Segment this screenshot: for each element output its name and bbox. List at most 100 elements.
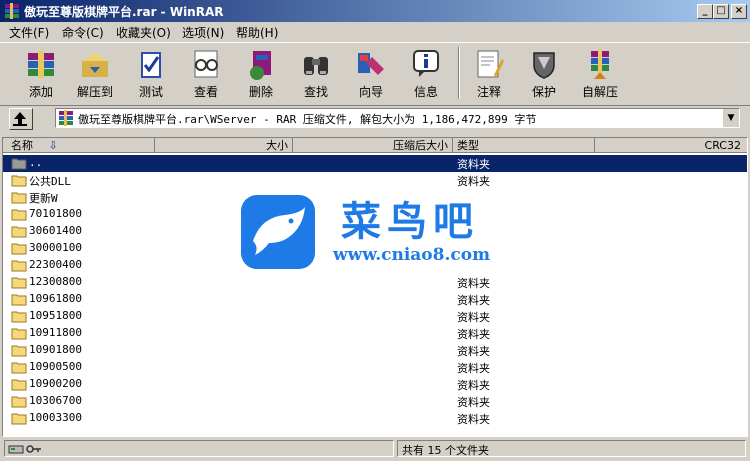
folder-icon: [11, 243, 27, 255]
protect-button[interactable]: 保护: [519, 45, 569, 103]
wizard-button[interactable]: 向导: [346, 45, 396, 103]
column-header-name[interactable]: 名称 ⇩: [3, 138, 155, 153]
file-type: 资料夹: [457, 294, 490, 307]
file-row[interactable]: 公共DLL 资料夹: [3, 172, 747, 189]
status-bar: 共有 15 个文件夹: [0, 438, 750, 461]
key-icon: [26, 445, 41, 453]
folder-icon: [11, 379, 27, 391]
file-name: ..: [29, 156, 43, 169]
minimize-button[interactable]: _: [697, 4, 713, 19]
folder-icon: [11, 209, 27, 221]
file-row[interactable]: 10306700 资料夹: [3, 393, 747, 410]
file-name: 30000100: [29, 241, 82, 254]
column-header-packed[interactable]: 压缩后大小: [293, 138, 453, 153]
folder-icon: [11, 328, 27, 340]
menu-options[interactable]: 选项(N): [182, 24, 224, 41]
info-label: 信息: [413, 85, 438, 99]
watermark-brand: 菜鸟吧: [341, 198, 479, 245]
column-crc-label: CRC32: [704, 139, 741, 152]
up-folder-button[interactable]: [9, 108, 33, 130]
file-type: 资料夹: [457, 396, 490, 409]
file-row[interactable]: .. 资料夹: [3, 155, 747, 172]
file-name: 22300400: [29, 258, 82, 271]
info-icon: [413, 50, 439, 77]
file-row[interactable]: 10951800 资料夹: [3, 308, 747, 325]
column-header-crc[interactable]: CRC32: [595, 138, 747, 153]
file-name: 10961800: [29, 292, 82, 305]
find-button[interactable]: 查找: [291, 45, 341, 103]
file-row[interactable]: 10900200 资料夹: [3, 376, 747, 393]
delete-label: 删除: [248, 85, 273, 99]
title-bar[interactable]: 傲玩至尊版棋牌平台.rar - WinRAR _ □ ×: [0, 0, 750, 22]
file-row[interactable]: 10901800 资料夹: [3, 342, 747, 359]
file-list[interactable]: 名称 ⇩ 大小 压缩后大小 类型 CRC32 .. 资料夹 公共DLL 资料夹 更新W 7…: [2, 137, 748, 437]
column-header-size[interactable]: 大小: [155, 138, 293, 153]
view-button[interactable]: 查看: [181, 45, 231, 103]
folder-icon: [11, 226, 27, 238]
extract-to-button[interactable]: 解压到: [70, 45, 120, 103]
file-row[interactable]: 12300800 资料夹: [3, 274, 747, 291]
sfx-button[interactable]: 自解压: [575, 45, 625, 103]
toolbar-separator: [458, 47, 460, 99]
menu-bar: 文件(F) 命令(C) 收藏夹(O) 选项(N) 帮助(H): [0, 22, 750, 42]
add-archive-icon: [28, 51, 54, 78]
file-type: 资料夹: [457, 328, 490, 341]
file-name: 更新W: [29, 192, 58, 205]
file-row[interactable]: 10911800 资料夹: [3, 325, 747, 342]
folder-icon: [11, 175, 27, 187]
file-type: 资料夹: [457, 379, 490, 392]
view-icon: [194, 50, 218, 78]
extract-to-label: 解压到: [76, 85, 113, 99]
archive-icon: [59, 110, 73, 126]
file-row[interactable]: 10003300 资料夹: [3, 410, 747, 427]
file-name: 70101800: [29, 207, 82, 220]
column-packed-label: 压缩后大小: [393, 139, 448, 152]
maximize-button[interactable]: □: [713, 4, 729, 19]
drive-icon: [8, 445, 24, 454]
chevron-down-icon[interactable]: ▼: [722, 109, 739, 127]
path-text: 傲玩至尊版棋牌平台.rar\WServer - RAR 压缩文件, 解包大小为 …: [78, 113, 537, 126]
address-bar: 傲玩至尊版棋牌平台.rar\WServer - RAR 压缩文件, 解包大小为 …: [0, 106, 750, 132]
menu-help[interactable]: 帮助(H): [236, 24, 278, 41]
find-icon: [304, 57, 328, 75]
winrar-app-icon[interactable]: [4, 3, 20, 19]
file-name: 10951800: [29, 309, 82, 322]
up-arrow-icon: [13, 112, 27, 126]
column-type-label: 类型: [457, 139, 479, 152]
file-type: 资料夹: [457, 158, 490, 171]
folder-icon: [11, 311, 27, 323]
window-title: 傲玩至尊版棋牌平台.rar - WinRAR: [24, 5, 224, 19]
find-label: 查找: [303, 85, 328, 99]
file-name: 10003300: [29, 411, 82, 424]
comment-label: 注释: [476, 85, 501, 99]
file-name: 10900500: [29, 360, 82, 373]
status-left-panel: [4, 440, 394, 457]
file-name: 10306700: [29, 394, 82, 407]
file-name: 10901800: [29, 343, 82, 356]
column-header-type[interactable]: 类型: [453, 138, 595, 153]
file-type: 资料夹: [457, 311, 490, 324]
sfx-icon: [591, 49, 609, 79]
path-combobox[interactable]: 傲玩至尊版棋牌平台.rar\WServer - RAR 压缩文件, 解包大小为 …: [55, 108, 740, 128]
folder-icon: [11, 277, 27, 289]
menu-favorites[interactable]: 收藏夹(O): [116, 24, 171, 41]
test-button[interactable]: 测试: [126, 45, 176, 103]
file-row[interactable]: 10961800 资料夹: [3, 291, 747, 308]
file-row[interactable]: 10900500 资料夹: [3, 359, 747, 376]
info-button[interactable]: 信息: [401, 45, 451, 103]
file-type: 资料夹: [457, 175, 490, 188]
folder-icon: [11, 362, 27, 374]
menu-commands[interactable]: 命令(C): [62, 24, 104, 41]
comment-button[interactable]: 注释: [464, 45, 514, 103]
protect-label: 保护: [531, 85, 556, 99]
close-button[interactable]: ×: [731, 4, 747, 19]
delete-button[interactable]: 删除: [236, 45, 286, 103]
add-button[interactable]: 添加: [16, 45, 66, 103]
parent-folder-icon: [11, 158, 27, 170]
file-name: 10911800: [29, 326, 82, 339]
status-right-panel: 共有 15 个文件夹: [397, 440, 746, 457]
folder-icon: [11, 192, 27, 204]
menu-file[interactable]: 文件(F): [9, 24, 49, 41]
wizard-icon: [358, 53, 384, 75]
extract-to-icon: [82, 53, 108, 77]
